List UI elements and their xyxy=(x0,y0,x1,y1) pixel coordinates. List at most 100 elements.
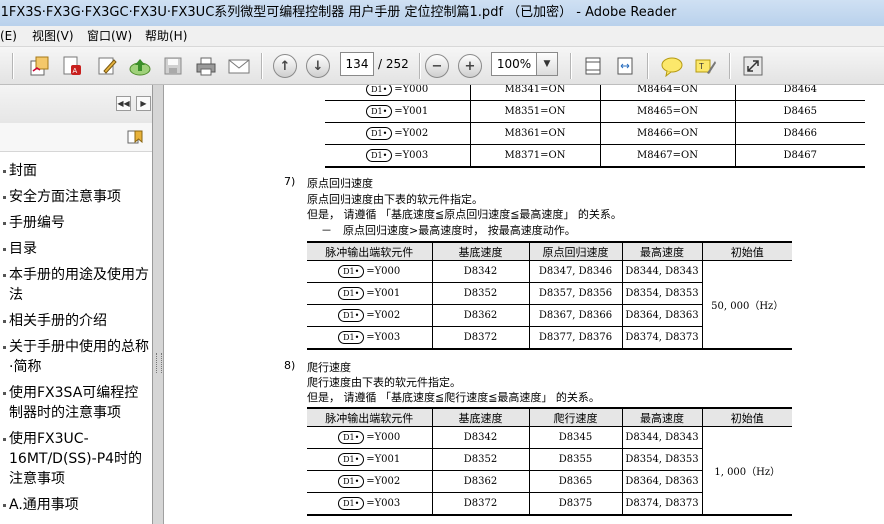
bookmark-item[interactable]: 本手册的用途及使用方法 xyxy=(3,265,149,305)
table-cell: M8464=ON xyxy=(599,85,735,101)
window-title: i1FX3S·FX3G·FX3GC·FX3U·FX3UC系列微型可编程控制器 用… xyxy=(0,5,677,20)
table-cell: D8342 xyxy=(431,426,530,449)
table-cell: D1• =Y000 xyxy=(325,85,470,101)
column-header: 初始值 xyxy=(701,407,792,427)
zoom-input[interactable]: 100% xyxy=(491,52,536,76)
device-value: =Y000 xyxy=(394,85,429,95)
table-row: D1• =Y000 M8341=ON M8464=ON D8464 xyxy=(325,85,865,101)
paragraph: 但是， 请遵循 「基底速度≦原点回归速度≦最高速度」 的关系。 xyxy=(307,208,622,221)
table-cell: D8355 xyxy=(528,448,623,471)
table-cell: D8342 xyxy=(431,260,530,283)
table-cell: D1• =Y001 xyxy=(325,100,470,123)
device-d1-badge: D1• xyxy=(366,85,393,96)
menu-bar: (E) 视图(V) 窗口(W) 帮助(H) xyxy=(0,26,884,47)
device-d1-badge: D1• xyxy=(366,149,393,162)
menu-window[interactable]: 窗口(W) xyxy=(87,26,132,46)
table-cell: D8344, D8343 xyxy=(621,260,703,283)
table-cell: D8345 xyxy=(528,426,623,449)
table-row: D1• =Y002 M8361=ON M8466=ON D8466 xyxy=(325,122,865,145)
table-row: D1• =Y000 D8342 D8345 D8344, D8343 1, 000（Hz） xyxy=(307,426,792,516)
table-cell: D1• =Y003 xyxy=(307,492,433,516)
table-row: D1• =Y001 M8351=ON M8465=ON D8465 xyxy=(325,100,865,123)
device-d1-badge: D1• xyxy=(366,127,393,140)
open-icon[interactable] xyxy=(26,53,52,79)
collapse-panel-icon[interactable]: ◀◀ xyxy=(116,96,131,111)
paragraph: 但是， 请遵循 「基底速度≦爬行速度≦最高速度」 的关系。 xyxy=(307,391,600,404)
initial-value-cell: 1, 000（Hz） xyxy=(701,426,792,516)
bookmark-item[interactable]: 目录 xyxy=(3,239,149,259)
table-cell: D8362 xyxy=(431,470,530,493)
column-header: 基底速度 xyxy=(431,241,530,261)
device-value: =Y002 xyxy=(394,128,429,139)
column-header: 脉冲输出端软元件 xyxy=(307,241,433,261)
table-cell: D1• =Y002 xyxy=(325,122,470,145)
print-icon[interactable] xyxy=(193,53,219,79)
comment-icon[interactable] xyxy=(659,53,685,79)
zoom-dropdown-chevron-down-icon[interactable]: ▼ xyxy=(536,52,558,76)
next-page-icon[interactable]: ↓ xyxy=(305,53,331,79)
table-cell: D8347, D8346 xyxy=(528,260,623,283)
save-icon[interactable] xyxy=(160,53,186,79)
bookmark-item[interactable]: 安全方面注意事项 xyxy=(3,187,149,207)
column-header: 原点回归速度 xyxy=(528,241,623,261)
bookmark-item[interactable]: 使用FX3UC-16MT/D(SS)-P4时的注意事项 xyxy=(3,429,149,489)
fit-page-icon[interactable] xyxy=(580,53,606,79)
menu-help[interactable]: 帮助(H) xyxy=(145,26,187,46)
table-cell: D8352 xyxy=(431,282,530,305)
table-cell: D8377, D8376 xyxy=(528,326,623,350)
device-value: =Y003 xyxy=(366,498,401,509)
panel-splitter[interactable] xyxy=(153,85,164,524)
table-cell: D1• =Y000 xyxy=(307,426,433,449)
bookmark-item[interactable]: 相关手册的介绍 xyxy=(3,311,149,331)
bookmark-item[interactable]: A.通用事项 xyxy=(3,495,149,515)
title-bar: i1FX3S·FX3G·FX3GC·FX3U·FX3UC系列微型可编程控制器 用… xyxy=(0,0,884,26)
bookmark-item[interactable]: 使用FX3SA可编程控制器时的注意事项 xyxy=(3,383,149,423)
table-cell: D8362 xyxy=(431,304,530,327)
prev-page-icon[interactable]: ↑ xyxy=(272,53,298,79)
edit-icon[interactable] xyxy=(94,53,120,79)
splitter-grip-icon[interactable] xyxy=(156,353,162,373)
table-cell: D8374, D8373 xyxy=(621,492,703,516)
section-title: 原点回归速度 xyxy=(307,177,373,190)
page-number-input[interactable]: 134 xyxy=(340,52,374,76)
upload-icon[interactable] xyxy=(127,53,153,79)
table-cell: D8352 xyxy=(431,448,530,471)
device-value: =Y003 xyxy=(394,150,429,161)
table-cell: M8351=ON xyxy=(469,100,600,123)
menu-edit[interactable]: (E) xyxy=(0,26,17,46)
device-d1-badge: D1• xyxy=(338,497,365,510)
table-cell: D8357, D8356 xyxy=(528,282,623,305)
device-d1-badge: D1• xyxy=(338,431,365,444)
device-d1-badge: D1• xyxy=(338,453,365,466)
table-cell: D8344, D8343 xyxy=(621,426,703,449)
bookmark-options-icon[interactable] xyxy=(127,129,145,149)
email-icon[interactable] xyxy=(226,53,252,79)
device-d1-badge: D1• xyxy=(338,265,365,278)
table-cell: D1• =Y003 xyxy=(307,326,433,350)
table-cell: D1• =Y003 xyxy=(325,144,470,168)
table-cell: D8354, D8353 xyxy=(621,448,703,471)
fit-width-icon[interactable] xyxy=(612,53,638,79)
initial-value-cell: 50, 000（Hz） xyxy=(701,260,792,350)
device-value: =Y002 xyxy=(366,476,401,487)
table-cell: D8464 xyxy=(734,85,865,101)
table-cell: D8467 xyxy=(734,144,865,168)
table-cell: D8374, D8373 xyxy=(621,326,703,350)
menu-view[interactable]: 视图(V) xyxy=(32,26,74,46)
table-cell: D8466 xyxy=(734,122,865,145)
creep-speed-table: 脉冲输出端软元件 基底速度 爬行速度 最高速度 初始值 D1• =Y000 D8342 D83… xyxy=(307,407,792,516)
table-cell: D1• =Y000 xyxy=(307,260,433,283)
fullscreen-icon[interactable] xyxy=(740,53,766,79)
panel-menu-icon[interactable]: ▶ xyxy=(136,96,151,111)
bookmark-item[interactable]: 手册编号 xyxy=(3,213,149,233)
highlight-icon[interactable]: T xyxy=(692,53,718,79)
table-cell: M8371=ON xyxy=(469,144,600,168)
section-title: 爬行速度 xyxy=(307,361,351,374)
return-speed-table: 脉冲输出端软元件 基底速度 原点回归速度 最高速度 初始值 D1• =Y000 D8342 D… xyxy=(307,241,792,350)
zoom-out-icon[interactable]: − xyxy=(424,53,450,79)
bookmark-item[interactable]: 封面 xyxy=(3,161,149,181)
zoom-in-icon[interactable]: + xyxy=(457,53,483,79)
table-cell: D8364, D8363 xyxy=(621,470,703,493)
bookmark-item[interactable]: 关于手册中使用的总称·简称 xyxy=(3,337,149,377)
create-pdf-icon[interactable]: A xyxy=(59,53,85,79)
